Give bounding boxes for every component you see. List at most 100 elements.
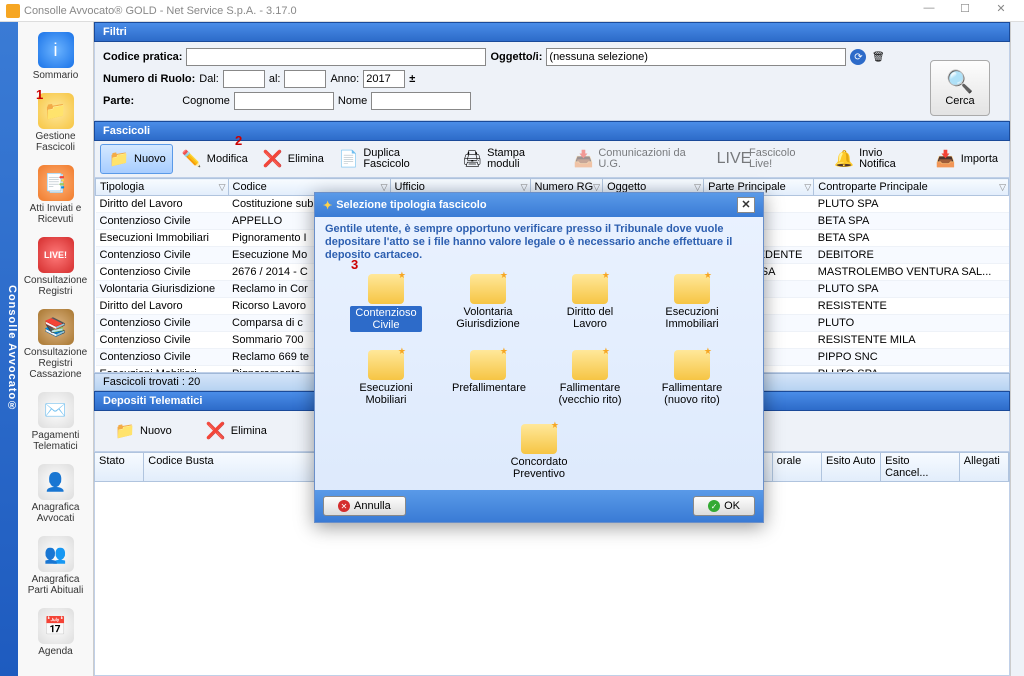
table-cell: PIPPO SNC — [814, 349, 1009, 366]
sidebar-item-gestione-fascicoli[interactable]: 1 📁 Gestione Fascicoli — [18, 89, 93, 161]
tipologia-item[interactable]: Fallimentare (vecchio rito) — [554, 350, 626, 406]
sidebar-item-pagamenti[interactable]: ✉️ Pagamenti Telematici — [18, 388, 93, 460]
filters-heading: Filtri — [94, 22, 1010, 42]
importa-button[interactable]: 📥Importa — [928, 145, 1004, 173]
tipologia-item[interactable]: Esecuzioni Immobiliari — [656, 274, 728, 332]
folder-icon: 📁 — [113, 419, 137, 443]
duplica-button[interactable]: 📄Duplica Fascicolo — [331, 145, 454, 173]
anno-input[interactable] — [363, 70, 405, 88]
dep-column[interactable]: Stato — [95, 453, 144, 481]
live-icon: LIVE! — [38, 237, 74, 273]
invio-notifica-button[interactable]: 🔔Invio Notifica — [827, 145, 927, 173]
cerca-button[interactable]: 🔍 Cerca — [930, 60, 990, 116]
tutorial-mark-2: 2 — [235, 133, 242, 148]
numero-ruolo-label: Numero di Ruolo: — [103, 73, 195, 85]
table-cell: PLUTO SPA — [814, 196, 1009, 213]
tipologia-item[interactable]: Prefallimentare — [452, 350, 524, 406]
table-cell: PLUTO SPA — [814, 366, 1009, 373]
tipologia-label: Diritto del Lavoro — [554, 306, 626, 330]
dal-input[interactable] — [223, 70, 265, 88]
folder-star-icon — [470, 350, 506, 380]
side-tab[interactable]: Consolle Avvocato® — [0, 22, 18, 676]
stampa-button[interactable]: 🖨Stampa moduli — [455, 145, 565, 173]
ug-icon: 📥 — [572, 147, 595, 171]
table-cell: Contenzioso Civile — [96, 264, 229, 281]
sidebar-item-cassazione[interactable]: 📚 Consultazione Registri Cassazione — [18, 305, 93, 388]
filters-panel: Codice pratica: Oggetto/i: ⟳ 🗑 Numero di… — [94, 42, 1010, 121]
sidebar-item-consultazione-registri[interactable]: LIVE! Consultazione Registri — [18, 233, 93, 305]
column-header[interactable]: Tipologia▽ — [96, 179, 229, 196]
right-scrollbar[interactable] — [1010, 22, 1024, 676]
titlebar: Consolle Avvocato® GOLD - Net Service S.… — [0, 0, 1024, 22]
fascicoli-toolbar: 2 📁Nuovo ✏️Modifica ❌Elimina 📄Duplica Fa… — [94, 141, 1010, 178]
sidebar-item-anagrafica-avvocati[interactable]: 👤 Anagrafica Avvocati — [18, 460, 93, 532]
codice-pratica-label: Codice pratica: — [103, 51, 182, 63]
filter-icon[interactable]: ▽ — [804, 182, 811, 193]
annulla-button[interactable]: ✕Annulla — [323, 496, 406, 516]
dep-column[interactable]: Allegati — [960, 453, 1009, 481]
table-cell: Diritto del Lavoro — [96, 196, 229, 213]
modifica-button[interactable]: ✏️Modifica — [174, 145, 254, 173]
close-window-button[interactable]: ✕ — [984, 2, 1018, 20]
duplicate-icon: 📄 — [337, 147, 360, 171]
anno-label: Anno: — [330, 73, 359, 85]
sidebar-item-anagrafica-parti[interactable]: 👥 Anagrafica Parti Abituali — [18, 532, 93, 604]
oggetto-clear-icon[interactable]: 🗑 — [870, 49, 886, 65]
folder-plus-icon: 📁 — [107, 147, 131, 171]
dep-column[interactable]: Esito Auto — [822, 453, 881, 481]
nome-input[interactable] — [371, 92, 471, 110]
sidebar-item-agenda[interactable]: 📅 Agenda — [18, 604, 93, 665]
maximize-button[interactable]: ☐ — [948, 2, 982, 20]
minimize-button[interactable]: — — [912, 2, 946, 20]
table-cell: RESISTENTE — [814, 298, 1009, 315]
docs-icon: 📑 — [38, 165, 74, 201]
column-header[interactable]: Controparte Principale▽ — [814, 179, 1009, 196]
table-cell: RESISTENTE MILA — [814, 332, 1009, 349]
tutorial-mark-1: 1 — [36, 87, 43, 102]
tipologia-item[interactable]: Diritto del Lavoro — [554, 274, 626, 332]
filter-icon[interactable]: ▽ — [219, 182, 226, 193]
info-icon: i — [38, 32, 74, 68]
tipologia-item[interactable]: Volontaria Giurisdizione — [452, 274, 524, 332]
tipologia-item[interactable]: Fallimentare (nuovo rito) — [656, 350, 728, 406]
app-icon — [6, 4, 20, 18]
elimina-button[interactable]: ❌Elimina — [255, 145, 330, 173]
delete-icon: ❌ — [204, 419, 228, 443]
folder-star-icon — [368, 274, 404, 304]
cognome-input[interactable] — [234, 92, 334, 110]
comunicazioni-button: 📥Comunicazioni da U.G. — [566, 145, 715, 173]
folder-star-icon — [674, 350, 710, 380]
tipologia-item[interactable]: Esecuzioni Mobiliari — [350, 350, 422, 406]
mail-icon: ✉️ — [38, 392, 74, 428]
tipologia-label: Esecuzioni Mobiliari — [350, 382, 422, 406]
sidebar-item-sommario[interactable]: i Sommario — [18, 28, 93, 89]
al-label: al: — [269, 73, 281, 85]
filter-icon[interactable]: ▽ — [999, 182, 1006, 193]
folder-star-icon — [470, 274, 506, 304]
oggetto-label: Oggetto/i: — [490, 51, 542, 63]
tipologia-item[interactable]: Contenzioso Civile — [350, 274, 422, 332]
parte-label: Parte: — [103, 95, 134, 107]
folder-star-icon — [521, 424, 557, 454]
dep-column[interactable]: Esito Cancel... — [881, 453, 960, 481]
modal-items: Contenzioso Civile Volontaria Giurisdizio… — [315, 270, 763, 490]
books-icon: 📚 — [38, 309, 74, 345]
codice-pratica-input[interactable] — [186, 48, 486, 66]
modal-close-button[interactable]: ✕ — [737, 197, 755, 213]
al-input[interactable] — [284, 70, 326, 88]
oggetto-input[interactable] — [546, 48, 846, 66]
dep-column[interactable]: orale — [773, 453, 822, 481]
dep-nuovo-button[interactable]: 📁Nuovo — [107, 417, 178, 445]
plus-minus-icon[interactable]: ± — [409, 73, 415, 85]
ok-button[interactable]: ✓OK — [693, 496, 755, 516]
fascicolo-live-button: LIVEFascicolo Live! — [716, 145, 826, 173]
folder-star-icon — [674, 274, 710, 304]
dep-elimina-button[interactable]: ❌Elimina — [198, 417, 273, 445]
tipologia-item[interactable]: Concordato Preventivo — [503, 424, 575, 480]
nuovo-button[interactable]: 📁Nuovo — [100, 144, 173, 174]
oggetto-refresh-icon[interactable]: ⟳ — [850, 49, 866, 65]
folder-star-icon — [572, 274, 608, 304]
import-icon: 📥 — [934, 147, 958, 171]
sidebar-item-atti[interactable]: 📑 Atti Inviati e Ricevuti — [18, 161, 93, 233]
table-cell: PLUTO — [814, 315, 1009, 332]
